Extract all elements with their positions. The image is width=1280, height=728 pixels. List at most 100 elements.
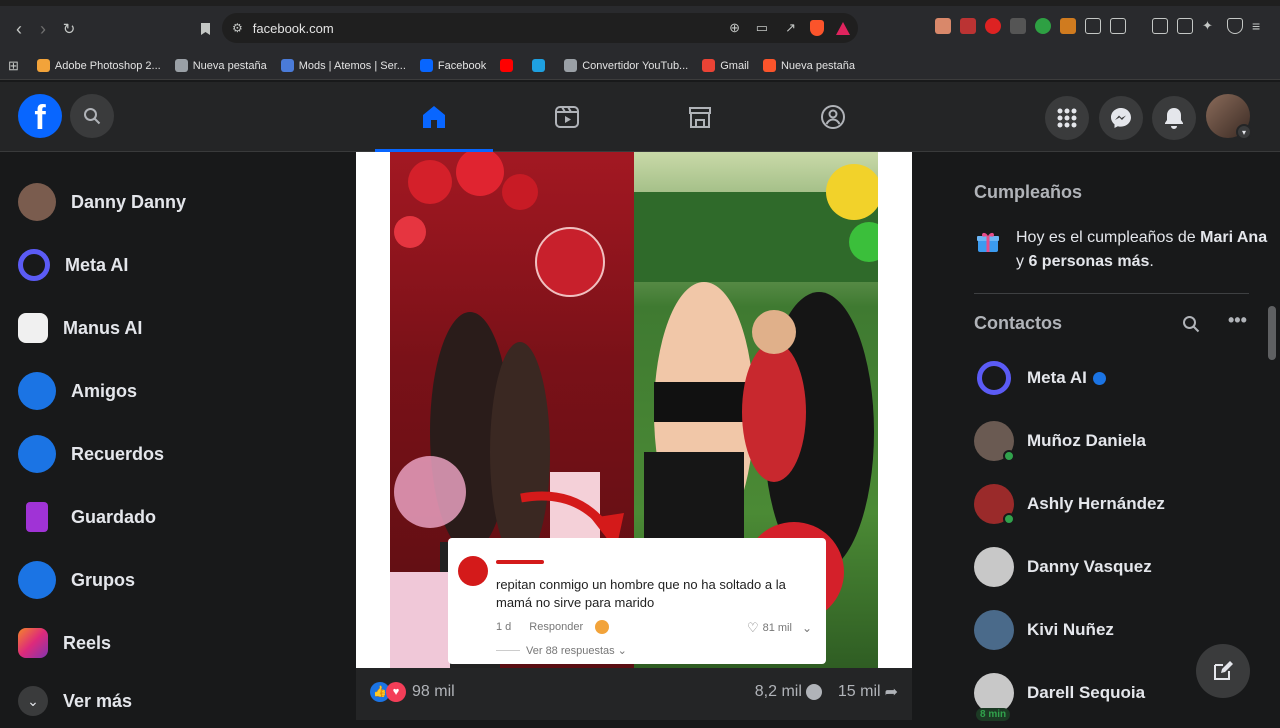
- birthday-others: 6 personas más: [1028, 253, 1150, 270]
- contact-item[interactable]: Danny Vasquez: [974, 544, 1152, 590]
- facebook-logo-icon[interactable]: f: [18, 94, 62, 138]
- heart-outline-icon: ♡: [746, 620, 759, 635]
- bookmark-item[interactable]: [500, 59, 518, 72]
- birthday-text[interactable]: Hoy es el cumpleaños de Mari Ana y 6 per…: [1016, 226, 1276, 274]
- share-count[interactable]: 15 mil: [838, 683, 881, 701]
- birthdays-title: Cumpleaños: [974, 182, 1083, 202]
- brave-shield-icon[interactable]: [810, 20, 824, 36]
- reading-icon[interactable]: [1110, 18, 1126, 34]
- contact-item[interactable]: Meta AI: [974, 355, 1106, 401]
- leo-ai-icon[interactable]: ✦: [1202, 18, 1218, 34]
- contact-item[interactable]: Ashly Hernández: [974, 481, 1165, 527]
- share-icon[interactable]: ↗: [785, 20, 796, 36]
- sidebar-item-grupos[interactable]: Grupos: [18, 553, 135, 607]
- forward-icon[interactable]: ›: [30, 16, 56, 42]
- online-status-dot: [1003, 513, 1015, 525]
- comment-count[interactable]: 8,2 mil: [755, 683, 802, 701]
- bookmark-item[interactable]: [532, 59, 550, 72]
- birthday-text-part: .: [1149, 253, 1154, 270]
- mods-icon: [280, 59, 294, 72]
- bookmarks-bar: ⊞ Adobe Photoshop 2... Nueva pestaña Mods …: [0, 52, 1280, 80]
- sidebar-item-label: Meta AI: [65, 254, 129, 275]
- bookmark-label: Nueva pestaña: [780, 59, 855, 72]
- puzzle-icon[interactable]: [1085, 18, 1101, 34]
- tab-marketplace[interactable]: [641, 82, 759, 152]
- bookmark-page-icon[interactable]: [192, 16, 218, 42]
- contact-item[interactable]: 8 min Darell Sequoia: [974, 670, 1146, 721]
- extension-icon[interactable]: [1060, 18, 1076, 34]
- bookmark-label: Nueva pestaña: [192, 59, 267, 72]
- zoom-icon[interactable]: ⊕: [729, 20, 740, 36]
- bookmark-item[interactable]: Nueva pestaña: [174, 59, 267, 72]
- menu-button[interactable]: [1045, 96, 1089, 140]
- bookmark-item[interactable]: Nueva pestaña: [762, 59, 855, 72]
- vpn-icon[interactable]: [1227, 18, 1243, 34]
- contact-name: Kivi Nuñez: [1027, 620, 1114, 639]
- bookmark-item[interactable]: Facebook: [419, 59, 486, 72]
- messenger-button[interactable]: [1099, 96, 1143, 140]
- search-contacts-icon[interactable]: [1182, 315, 1200, 338]
- contact-name: Muñoz Daniela: [1027, 431, 1147, 450]
- sidebar-item-recuerdos[interactable]: Recuerdos: [18, 427, 164, 481]
- globe-icon: [564, 59, 578, 72]
- contact-name: Darell Sequoia: [1027, 683, 1146, 702]
- bookmark-item[interactable]: Convertidor YouTub...: [564, 59, 688, 72]
- reload-icon[interactable]: ↻: [56, 16, 82, 42]
- bookmark-label: Convertidor YouTub...: [582, 59, 689, 72]
- search-button[interactable]: [70, 94, 114, 138]
- extension-icon[interactable]: [960, 18, 976, 34]
- tab-groups[interactable]: [774, 82, 892, 152]
- comment-reply-link: Responder: [529, 621, 584, 633]
- facebook-icon: [419, 59, 433, 72]
- scrollbar[interactable]: [1268, 306, 1276, 360]
- sidebar-item-guardado[interactable]: Guardado: [18, 490, 156, 544]
- tab-reels[interactable]: [508, 82, 626, 152]
- bookmark-item[interactable]: Adobe Photoshop 2...: [36, 59, 161, 72]
- last-active-badge: 8 min: [976, 708, 1011, 721]
- divider: [974, 293, 1249, 294]
- sidebar-item-label: Amigos: [71, 380, 138, 401]
- gift-icon: [976, 230, 1000, 259]
- bookmark-label: Mods | Atemos | Ser...: [298, 59, 406, 72]
- bookmark-item[interactable]: Gmail: [702, 59, 749, 72]
- more-options-icon[interactable]: •••: [1228, 310, 1247, 331]
- contact-avatar: [977, 361, 1011, 395]
- reaction-count[interactable]: 98 mil: [412, 683, 455, 701]
- post-image[interactable]: repitan conmigo un hombre que no ha solt…: [356, 148, 912, 668]
- share-arrow-icon: ➦: [884, 684, 898, 701]
- contact-item[interactable]: Kivi Nuñez: [974, 607, 1114, 653]
- contact-item[interactable]: Muñoz Daniela: [974, 418, 1146, 464]
- sidebar-icon[interactable]: [1152, 18, 1168, 34]
- commenter-avatar: [458, 556, 488, 586]
- address-bar[interactable]: ⚙ facebook.com ⊕ ▭ ↗: [222, 13, 858, 43]
- menu-icon[interactable]: ≡: [1252, 18, 1268, 34]
- brave-rewards-icon[interactable]: [836, 21, 850, 35]
- meta-ai-icon: [18, 249, 50, 281]
- bell-icon: [1165, 108, 1183, 129]
- extension-icon[interactable]: [935, 18, 951, 34]
- back-icon[interactable]: ‹: [6, 16, 32, 42]
- wallet-icon[interactable]: [1177, 18, 1193, 34]
- sidebar-item-amigos[interactable]: Amigos: [18, 364, 137, 418]
- sidebar-item-reels[interactable]: Reels: [18, 616, 111, 670]
- extension-icon[interactable]: [1010, 18, 1026, 34]
- love-reaction-icon[interactable]: ♥: [386, 682, 406, 702]
- account-avatar[interactable]: ▾: [1206, 94, 1252, 140]
- site-info-icon[interactable]: ⚙: [232, 21, 243, 35]
- new-message-button[interactable]: [1196, 644, 1250, 698]
- apps-grid-icon[interactable]: ⊞: [8, 58, 19, 74]
- extension-icon[interactable]: [1035, 18, 1051, 34]
- extensions-area: ✦ ≡: [935, 18, 1268, 34]
- sidebar-item-manus-ai[interactable]: Manus AI: [18, 301, 142, 355]
- tab-home[interactable]: [375, 82, 493, 152]
- bookmark-item[interactable]: Mods | Atemos | Ser...: [280, 59, 406, 72]
- manus-ai-icon: [18, 313, 48, 343]
- sidebar-item-danny-danny[interactable]: Danny Danny: [18, 175, 186, 229]
- messenger-icon: [1111, 108, 1131, 128]
- extension-icon[interactable]: [985, 18, 1001, 34]
- contact-avatar: 8 min: [974, 673, 1014, 721]
- sidebar-item-meta-ai[interactable]: Meta AI: [18, 238, 128, 292]
- cast-icon[interactable]: ▭: [756, 20, 768, 36]
- verified-badge-icon: [1092, 371, 1106, 385]
- notifications-button[interactable]: [1152, 96, 1196, 140]
